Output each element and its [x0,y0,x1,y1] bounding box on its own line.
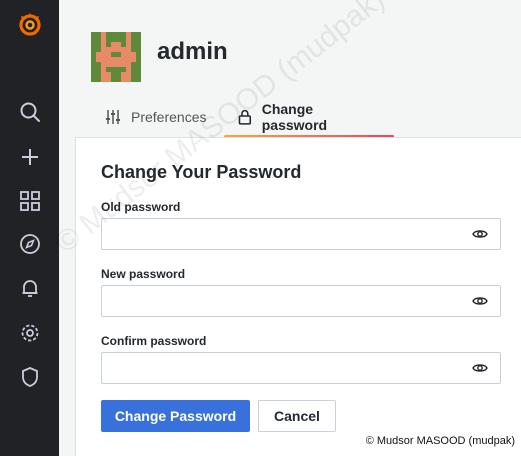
confirm-password-field[interactable] [101,352,501,384]
new-password-label: New password [101,267,186,281]
cancel-button[interactable]: Cancel [258,400,336,432]
explore-compass-icon[interactable] [0,224,59,264]
server-admin-shield-icon[interactable] [0,357,59,397]
change-password-button[interactable]: Change Password [101,400,250,432]
change-password-panel: Change Your Password Old password New pa… [75,137,521,456]
old-password-label: Old password [101,200,181,214]
tab-change-password[interactable]: Change password [224,100,394,138]
confirm-password-label: Confirm password [101,334,207,348]
sidebar [0,0,59,456]
copyright-notice: © Mudsor MASOOD (mudpak) [363,435,517,447]
sliders-icon [106,110,120,124]
tab-label: Change password [261,101,328,133]
dashboards-icon[interactable] [0,181,59,221]
eye-icon[interactable] [472,361,488,375]
tab-label: Preferences [131,109,207,125]
grafana-logo-icon[interactable] [0,4,59,44]
tab-preferences[interactable]: Preferences [105,100,206,134]
avatar [91,32,141,82]
lock-icon [238,109,252,125]
page-title: admin [157,38,228,65]
eye-icon[interactable] [472,294,488,308]
form-title: Change Your Password [101,162,302,182]
old-password-field[interactable] [101,218,501,250]
new-password-field[interactable] [101,285,501,317]
search-icon[interactable] [0,92,59,132]
plus-icon[interactable] [0,137,59,177]
configuration-gear-icon[interactable] [0,313,59,353]
eye-icon[interactable] [472,227,488,241]
alerting-bell-icon[interactable] [0,268,59,308]
